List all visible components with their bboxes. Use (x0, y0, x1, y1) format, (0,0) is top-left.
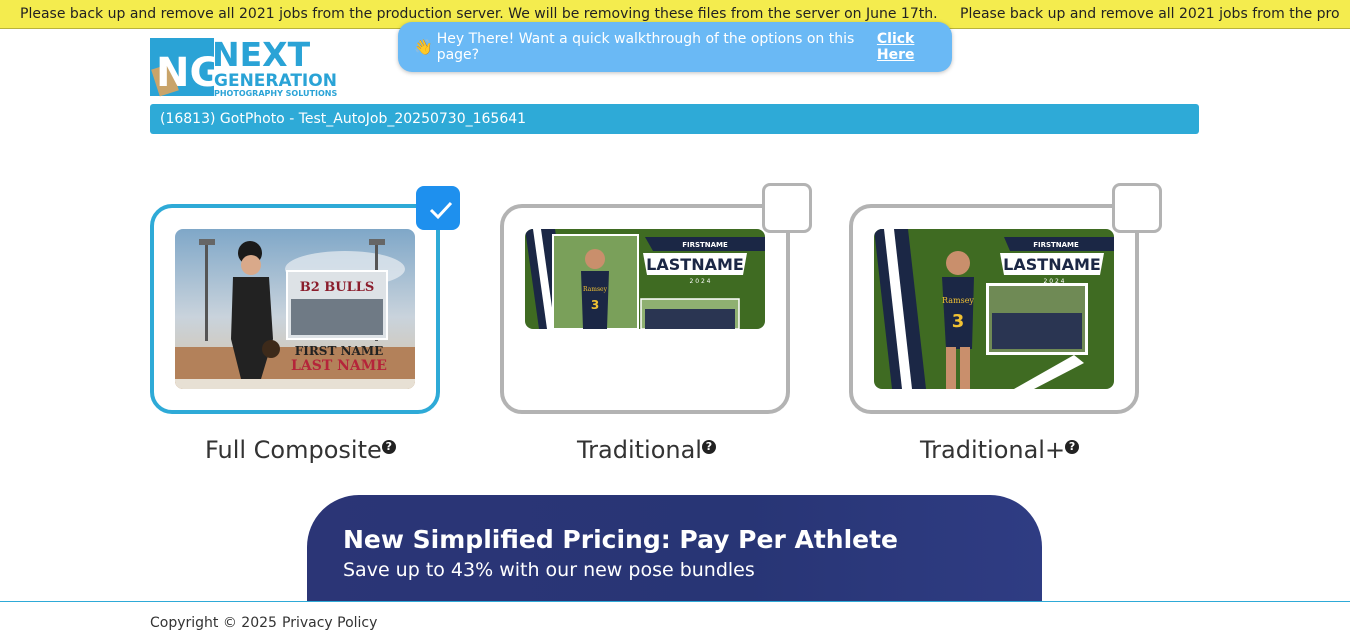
logo-line3: PHOTOGRAPHY SOLUTIONS (214, 89, 337, 98)
thumb-first-name: FIRSTNAME (1033, 241, 1079, 249)
logo-line2: GENERATION (214, 71, 337, 91)
traditional-checkbox[interactable] (762, 183, 812, 233)
thumb-last-name: LASTNAME (646, 255, 744, 274)
help-icon[interactable]: ? (701, 440, 716, 454)
copyright-text: Copyright © 2025 (150, 615, 277, 631)
thumb-team-name: B2 BULLS (300, 280, 375, 295)
thumb-jersey-number: 3 (591, 298, 599, 312)
full-composite-thumbnail: B2 BULLS FIRST NAME LAST NAME (175, 229, 415, 389)
thumb-school: Ramsey (942, 296, 974, 305)
help-icon[interactable]: ? (381, 440, 396, 454)
promo-title: New Simplified Pricing: Pay Per Athlete (343, 525, 899, 554)
traditional-plus-text: Traditional+ (920, 436, 1066, 464)
logo-line1: NEXT (212, 36, 311, 74)
promo-subtitle: Save up to 43% with our new pose bundles (343, 559, 755, 581)
option-card-traditional-plus[interactable]: 3 Ramsey FIRSTNAME LASTNAME 2 0 2 4 (849, 204, 1139, 414)
traditional-plus-thumbnail: 3 Ramsey FIRSTNAME LASTNAME 2 0 2 4 (874, 229, 1114, 389)
walkthrough-text: Hey There! Want a quick walkthrough of t… (436, 31, 855, 63)
help-icon[interactable]: ? (1065, 440, 1080, 454)
job-title-bar: (16813) GotPhoto - Test_AutoJob_20250730… (150, 104, 1199, 134)
thumb-school: Ramsey (583, 286, 608, 293)
checkmark-icon (429, 201, 453, 220)
pricing-promo-banner[interactable]: New Simplified Pricing: Pay Per Athlete … (307, 495, 1042, 605)
walkthrough-prompt: 👋 Hey There! Want a quick walkthrough of… (398, 22, 952, 72)
traditional-plus-checkbox[interactable] (1112, 183, 1162, 233)
thumb-last-name: LAST NAME (291, 358, 387, 374)
walkthrough-link[interactable]: Click Here (877, 31, 952, 63)
page: Please back up and remove all 2021 jobs … (0, 0, 1366, 643)
full-composite-checkbox[interactable] (416, 186, 460, 230)
thumb-year: 2 0 2 4 (690, 278, 711, 285)
traditional-label: Traditional? (577, 436, 716, 464)
footer: Copyright © 2025 Privacy Policy (0, 602, 1366, 643)
thumb-first-name: FIRST NAME (295, 344, 384, 358)
announcement-text-repeat: Please back up and remove all 2021 jobs … (960, 6, 1340, 22)
full-composite-text: Full Composite (205, 436, 382, 464)
traditional-text: Traditional (577, 436, 702, 464)
privacy-policy-link[interactable]: Privacy Policy (282, 615, 377, 631)
thumb-jersey-number: 3 (952, 311, 965, 332)
traditional-plus-label: Traditional+? (920, 436, 1080, 464)
waving-hand-icon: 👋 (414, 38, 433, 56)
option-card-full-composite[interactable]: B2 BULLS FIRST NAME LAST NAME (150, 204, 440, 414)
thumb-last-name: LASTNAME (1003, 255, 1101, 274)
company-logo[interactable]: NG NEXT GENERATION PHOTOGRAPHY SOLUTIONS (150, 36, 346, 98)
announcement-text: Please back up and remove all 2021 jobs … (20, 6, 938, 22)
full-composite-label: Full Composite? (205, 436, 396, 464)
option-card-traditional[interactable]: 3 Ramsey FIRSTNAME LASTNAME 2 0 2 4 (500, 204, 790, 414)
traditional-thumbnail: 3 Ramsey FIRSTNAME LASTNAME 2 0 2 4 (525, 229, 765, 329)
thumb-first-name: FIRSTNAME (682, 241, 728, 249)
